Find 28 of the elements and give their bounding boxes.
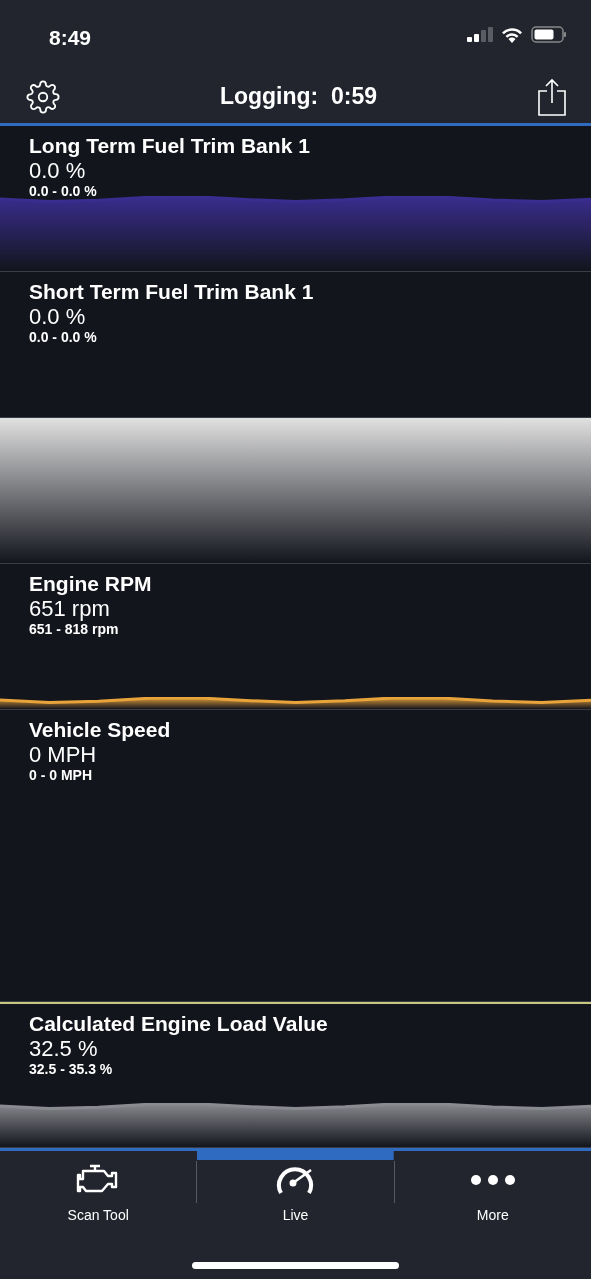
gauge-range: 0.0 - 0.0 %: [29, 329, 97, 346]
gauge-title: Vehicle Speed: [29, 718, 171, 743]
gauge-value: 0.0 %: [29, 304, 86, 330]
gauge-title: Engine RPM: [29, 572, 152, 597]
gauge-value: 0.0 %: [29, 158, 86, 184]
share-button[interactable]: [537, 77, 567, 116]
gauge-range: 0 - 0 MPH: [29, 767, 92, 784]
wifi-icon: [501, 26, 523, 43]
settings-icon: [26, 79, 60, 114]
settings-button[interactable]: [26, 79, 60, 114]
signal-icon: [467, 27, 493, 42]
gauge-range: 0.0 - 0.0 %: [29, 183, 97, 200]
share-icon: [537, 77, 567, 116]
logging-title: Logging: 0:59: [219, 82, 378, 112]
status-time: 8:49: [49, 25, 92, 51]
gauge-title: Short Term Fuel Trim Bank 1: [29, 280, 314, 305]
more-icon: [469, 1174, 516, 1186]
battery-icon: [531, 26, 567, 43]
gauge-title: Calculated Engine Load Value: [29, 1012, 328, 1037]
gauge-range: 651 - 818 rpm: [29, 621, 119, 638]
gauge-value: 0 MPH: [29, 742, 97, 768]
gauge-title: Long Term Fuel Trim Bank 1: [29, 134, 310, 159]
gauge-value: 651 rpm: [29, 596, 110, 622]
tab-button[interactable]: More: [394, 1151, 591, 1256]
gauge-icon: [275, 1165, 316, 1195]
gauge-value: 32.5 %: [29, 1036, 98, 1062]
gauge-range: 32.5 - 35.3 %: [29, 1061, 113, 1078]
tab-button[interactable]: Scan Tool: [0, 1151, 197, 1256]
